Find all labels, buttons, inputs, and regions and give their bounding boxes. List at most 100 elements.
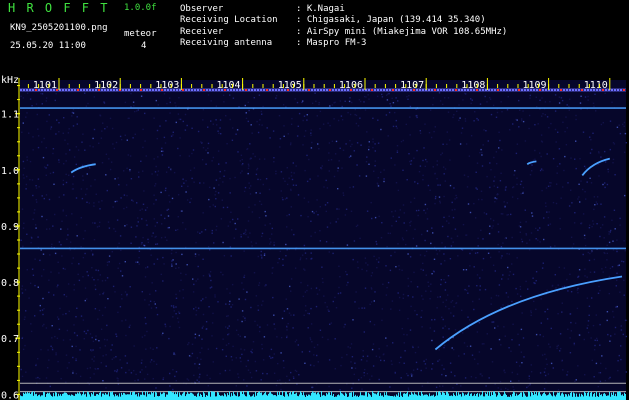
- noise-speck: [436, 160, 438, 162]
- noise-speck: [308, 350, 311, 353]
- noise-speck: [349, 139, 351, 142]
- carrier-band-dot: [140, 89, 142, 91]
- noise-speck: [75, 197, 78, 199]
- baseline-bar: [79, 392, 80, 400]
- noise-speck: [380, 171, 382, 173]
- noise-speck: [193, 283, 195, 286]
- noise-speck: [486, 175, 488, 178]
- noise-speck: [291, 178, 294, 181]
- noise-speck: [426, 230, 429, 232]
- baseline-bar: [378, 391, 379, 400]
- noise-speck: [282, 360, 285, 362]
- noise-speck: [530, 364, 532, 366]
- noise-speck: [132, 137, 134, 139]
- noise-speck: [198, 363, 201, 365]
- noise-speck: [161, 223, 163, 225]
- carrier-band-dot: [149, 89, 151, 91]
- noise-speck: [311, 141, 313, 144]
- noise-speck: [223, 255, 226, 257]
- noise-speck: [478, 322, 481, 324]
- noise-speck: [248, 206, 250, 208]
- noise-speck: [355, 122, 358, 125]
- noise-speck: [303, 314, 305, 316]
- noise-speck: [58, 241, 61, 243]
- noise-speck: [591, 297, 593, 299]
- noise-speck: [46, 228, 48, 230]
- noise-speck: [606, 319, 608, 322]
- noise-speck: [175, 371, 178, 373]
- baseline-bar: [193, 394, 194, 400]
- noise-speck: [429, 109, 432, 111]
- noise-speck: [339, 100, 342, 102]
- noise-speck: [567, 371, 569, 373]
- noise-speck: [416, 313, 418, 316]
- noise-speck: [117, 378, 119, 380]
- noise-speck: [208, 306, 210, 308]
- noise-speck: [72, 372, 74, 374]
- noise-speck: [584, 191, 586, 193]
- noise-speck: [247, 167, 250, 170]
- noise-speck: [91, 358, 93, 360]
- baseline-bar: [151, 391, 152, 400]
- noise-speck: [197, 265, 199, 268]
- noise-speck: [525, 233, 527, 235]
- noise-speck: [210, 286, 213, 288]
- noise-speck: [200, 299, 202, 302]
- noise-speck: [333, 175, 336, 178]
- noise-speck: [599, 323, 601, 326]
- noise-speck: [273, 372, 276, 374]
- noise-speck: [519, 365, 521, 367]
- noise-speck: [180, 272, 182, 274]
- baseline-bar: [48, 393, 49, 400]
- noise-speck: [444, 168, 447, 170]
- noise-speck: [23, 177, 25, 179]
- noise-speck: [609, 148, 611, 151]
- noise-speck: [598, 372, 600, 374]
- noise-speck: [224, 369, 227, 372]
- baseline-bar: [203, 391, 204, 400]
- noise-speck: [137, 217, 139, 219]
- noise-speck: [547, 216, 550, 219]
- noise-speck: [93, 373, 95, 375]
- noise-speck: [93, 279, 95, 281]
- noise-speck: [120, 293, 123, 296]
- noise-speck: [20, 95, 22, 97]
- noise-speck: [80, 315, 83, 317]
- noise-speck: [444, 344, 446, 347]
- baseline-bar: [316, 394, 317, 400]
- noise-speck: [40, 348, 42, 351]
- noise-speck: [595, 314, 597, 316]
- noise-speck: [286, 226, 288, 228]
- noise-speck: [625, 335, 627, 338]
- noise-speck: [28, 297, 30, 299]
- noise-speck: [625, 371, 627, 373]
- noise-speck: [539, 372, 542, 374]
- noise-speck: [247, 172, 249, 175]
- noise-speck: [109, 168, 112, 171]
- noise-speck: [382, 353, 385, 356]
- noise-speck: [325, 241, 328, 243]
- noise-speck: [497, 223, 499, 225]
- noise-speck: [569, 337, 571, 339]
- noise-speck: [290, 171, 293, 174]
- noise-speck: [49, 172, 52, 175]
- baseline-bar: [246, 396, 247, 400]
- baseline-bar: [139, 396, 140, 400]
- noise-speck: [255, 295, 258, 297]
- noise-speck: [282, 177, 285, 180]
- baseline-bar: [150, 394, 151, 400]
- noise-speck: [218, 184, 220, 186]
- noise-speck: [147, 241, 150, 244]
- noise-speck: [166, 102, 168, 105]
- noise-speck: [301, 351, 303, 353]
- noise-speck: [354, 362, 356, 364]
- noise-speck: [297, 194, 300, 196]
- carrier-band-dot: [311, 89, 313, 91]
- noise-speck: [333, 118, 335, 120]
- noise-speck: [195, 280, 197, 282]
- noise-speck: [288, 312, 291, 314]
- noise-speck: [290, 371, 292, 374]
- noise-speck: [555, 202, 558, 205]
- noise-speck: [186, 124, 188, 127]
- baseline-bar: [229, 391, 230, 400]
